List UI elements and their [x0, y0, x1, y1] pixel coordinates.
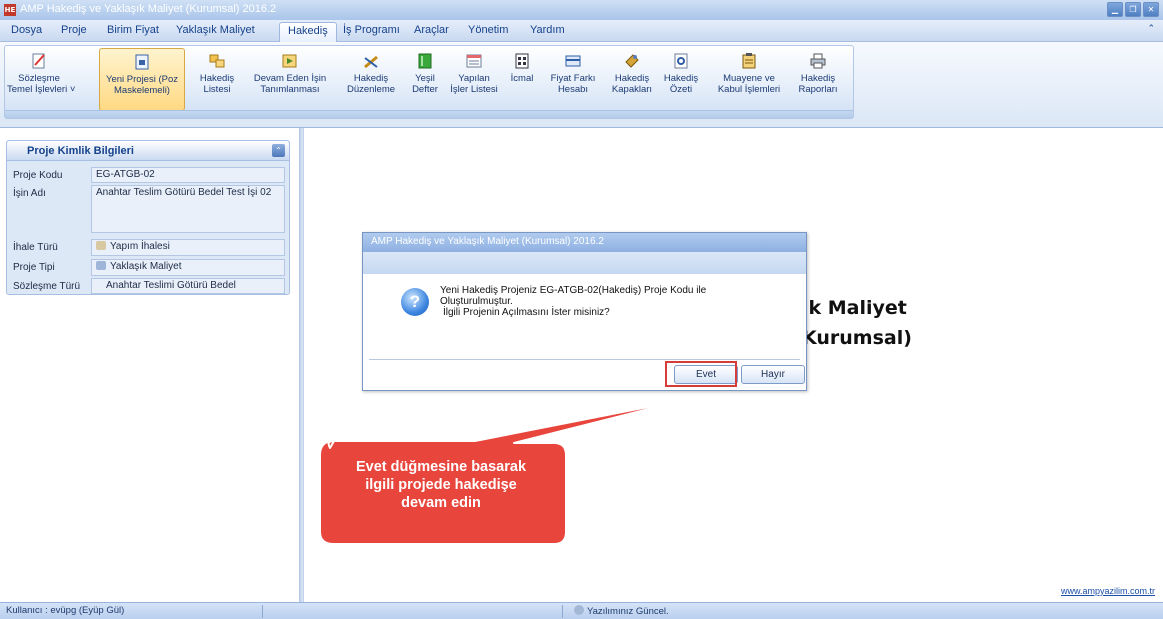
devam-eden-isin-tanimlanmasi-button[interactable]: Devam Eden İşin Tanımlanması	[245, 48, 335, 95]
ribbon-minimize-icon[interactable]: ⌃	[1147, 24, 1155, 34]
list-icon	[208, 52, 226, 70]
field-value-sozlesme-turu[interactable]: Anahtar Teslimi Götürü Bedel	[91, 278, 285, 294]
globe-icon	[574, 605, 584, 615]
tab-hakedis[interactable]: Hakediş	[279, 22, 337, 42]
yesil-defter-button[interactable]: Yeşil Defter	[409, 48, 441, 95]
calculator-icon	[564, 52, 582, 70]
tender-icon	[96, 241, 106, 250]
clipboard-icon	[740, 52, 758, 70]
dialog-divider	[369, 359, 800, 360]
title-bar: HE AMP Hakediş ve Yaklaşık Maliyet (Kuru…	[0, 0, 1163, 20]
field-label-ihale-turu: İhale Türü	[13, 242, 58, 253]
dialog-header-band	[363, 252, 806, 274]
field-value-isin-adi[interactable]: Anahtar Teslim Götürü Bedel Test İşi 02	[91, 185, 285, 233]
field-value-proje-tipi[interactable]: Yaklaşık Maliyet	[91, 259, 285, 276]
callout-line1: Evet düğmesine basarak	[355, 459, 527, 475]
project-info-panel: Proje Kimlik Bilgileri ⌃ Proje Kodu EG-A…	[6, 140, 290, 295]
project-info-title: Proje Kimlik Bilgileri	[27, 145, 134, 157]
question-icon: ?	[401, 288, 429, 316]
hakedis-duzenleme-button[interactable]: Hakediş Düzenleme	[343, 48, 399, 95]
dialog-message: Yeni Hakediş Projeniz EG-ATGB-02(Hakediş…	[440, 285, 740, 318]
confirm-dialog: AMP Hakediş ve Yaklaşık Maliyet (Kurumsa…	[362, 232, 807, 391]
tools-icon	[362, 52, 380, 70]
yeni-projesi-button[interactable]: Yeni Projesi (Poz Maskelemeli)	[99, 48, 185, 111]
field-label-proje-tipi: Proje Tipi	[13, 262, 55, 273]
status-update: Yazılımınız Güncel.	[574, 605, 669, 617]
estimate-icon	[96, 261, 106, 270]
field-label-isin-adi: İşin Adı	[13, 188, 46, 199]
ribbon-group-hakedis: Sözleşme Temel İşlevleri ˅ Yeni Projesi …	[4, 45, 854, 119]
preview-icon	[672, 52, 690, 70]
edit-icon	[30, 52, 48, 70]
dialog-title-bar: AMP Hakediş ve Yaklaşık Maliyet (Kurumsa…	[363, 233, 806, 252]
tab-yonetim[interactable]: Yönetim	[468, 24, 508, 36]
icmal-button[interactable]: İcmal	[505, 48, 539, 84]
callout-line2: ilgili projede hakedişe	[365, 477, 517, 493]
menu-bar: Dosya Proje Birim Fiyat Yaklaşık Maliyet…	[0, 20, 1163, 42]
tab-araclar[interactable]: Araçlar	[414, 24, 449, 36]
dialog-title: AMP Hakediş ve Yaklaşık Maliyet (Kurumsa…	[371, 236, 604, 247]
minimize-icon[interactable]: ▁	[1107, 2, 1123, 17]
website-link[interactable]: www.ampyazilim.com.tr	[1061, 586, 1155, 596]
book-icon	[416, 52, 434, 70]
tab-is-programi[interactable]: İş Programı	[343, 24, 400, 36]
tab-proje[interactable]: Proje	[61, 24, 87, 36]
status-user: Kullanıcı : evüpg (Eyüp Gül)	[6, 605, 125, 616]
background-title-line1: ık Maliyet	[802, 297, 907, 319]
window-controls: ▁ ❐ ✕	[1107, 2, 1159, 17]
field-value-ihale-turu[interactable]: Yapım İhalesi	[91, 239, 285, 256]
tab-birim-fiyat[interactable]: Birim Fiyat	[107, 24, 159, 36]
callout-text: Evet düğmesine basarak ilgili projede ha…	[324, 458, 558, 512]
tab-dosya[interactable]: Dosya	[11, 24, 42, 36]
hakedis-kapaklari-button[interactable]: Hakediş Kapakları	[609, 48, 655, 95]
summary-icon	[513, 52, 531, 70]
new-project-icon	[133, 53, 151, 71]
maximize-icon[interactable]: ❐	[1125, 2, 1141, 17]
status-separator-2	[562, 605, 563, 618]
ribbon-group-footer	[5, 110, 853, 118]
hakedis-ozeti-button[interactable]: Hakediş Özeti	[661, 48, 701, 95]
window-title: AMP Hakediş ve Yaklaşık Maliyet (Kurumsa…	[20, 3, 277, 15]
callout-line3: devam edin	[401, 495, 481, 511]
yes-button-highlight	[665, 361, 737, 387]
cover-icon	[623, 52, 641, 70]
field-label-sozlesme-turu: Sözleşme Türü	[13, 281, 81, 292]
status-bar: Kullanıcı : evüpg (Eyüp Gül) Yazılımınız…	[0, 602, 1163, 619]
left-pane: Proje Kimlik Bilgileri ⌃ Proje Kodu EG-A…	[0, 128, 300, 602]
works-list-icon	[465, 52, 483, 70]
status-separator	[262, 605, 263, 618]
dialog-message-line2: Oluşturulmuştur.	[440, 296, 513, 307]
yapilan-isler-listesi-button[interactable]: Yapılan İşler Listesi	[447, 48, 501, 95]
ribbon: Sözleşme Temel İşlevleri ˅ Yeni Projesi …	[0, 42, 1163, 128]
project-info-header: Proje Kimlik Bilgileri ⌃	[7, 141, 289, 161]
dialog-message-line3: İlgili Projenin Açılmasını İster misiniz…	[443, 307, 610, 318]
hakedis-raporlari-button[interactable]: Hakediş Raporları	[791, 48, 845, 95]
printer-icon	[809, 52, 827, 70]
dialog-message-line1: Yeni Hakediş Projeniz EG-ATGB-02(Hakediş…	[440, 285, 707, 296]
background-title-line2: Kurumsal)	[802, 327, 912, 349]
fiyat-farki-hesabi-button[interactable]: Fiyat Farkı Hesabı	[545, 48, 601, 95]
field-label-proje-kodu: Proje Kodu	[13, 170, 63, 181]
sozlesme-temel-islevleri-button[interactable]: Sözleşme Temel İşlevleri ˅	[7, 48, 75, 95]
tab-yardim[interactable]: Yardım	[530, 24, 565, 36]
muayene-ve-kabul-islemleri-button[interactable]: Muayene ve Kabul İşlemleri	[711, 48, 787, 95]
no-button[interactable]: Hayır	[741, 365, 805, 384]
field-value-proje-kodu[interactable]: EG-ATGB-02	[91, 167, 285, 183]
continue-icon	[281, 52, 299, 70]
collapse-icon[interactable]: ⌃	[272, 144, 285, 157]
close-icon[interactable]: ✕	[1143, 2, 1159, 17]
tab-yaklasik-maliyet[interactable]: Yaklaşık Maliyet	[176, 24, 255, 36]
hakedis-listesi-button[interactable]: Hakediş Listesi	[195, 48, 239, 95]
app-icon: HE	[4, 4, 16, 16]
